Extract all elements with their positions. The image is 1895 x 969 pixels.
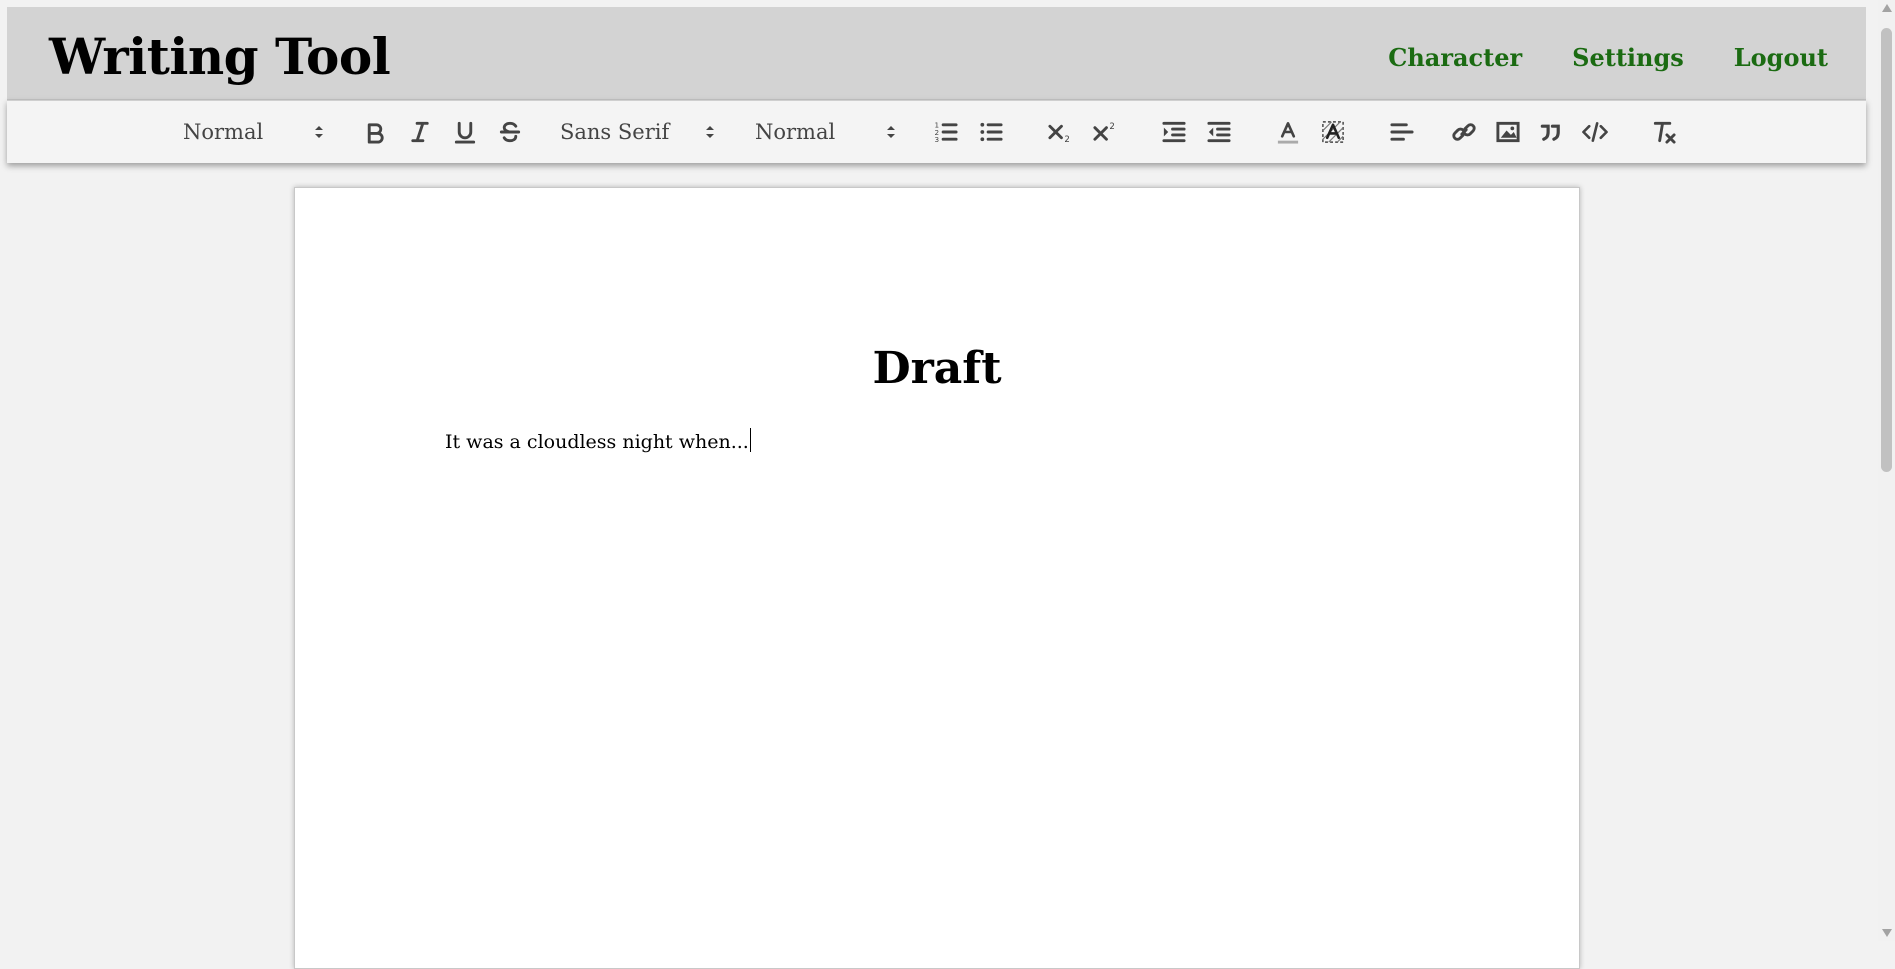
size-picker-label: Normal xyxy=(755,120,836,144)
nav-character-link[interactable]: Character xyxy=(1388,43,1522,72)
document-body-text: It was a cloudless night when... xyxy=(445,431,749,453)
bold-button[interactable] xyxy=(358,101,392,163)
blockquote-icon xyxy=(1540,124,1560,141)
editor-toolbar: Normal Sans Serif Normal 123 2 2 xyxy=(7,100,1866,163)
svg-text:2: 2 xyxy=(1064,135,1070,145)
svg-text:3: 3 xyxy=(934,135,939,144)
document-title: Draft xyxy=(872,343,1002,394)
scroll-up-arrow-icon[interactable] xyxy=(1882,4,1892,12)
underline-icon xyxy=(454,121,476,144)
bullet-list-icon xyxy=(980,122,1003,142)
code-button[interactable] xyxy=(1578,101,1612,163)
text-color-button[interactable] xyxy=(1271,101,1305,163)
outdent-icon xyxy=(1207,121,1231,143)
strikethrough-icon xyxy=(499,121,521,143)
scroll-down-arrow-icon[interactable] xyxy=(1882,929,1892,937)
ordered-list-button[interactable]: 123 xyxy=(929,101,963,163)
blockquote-button[interactable] xyxy=(1534,101,1568,163)
updown-caret-icon xyxy=(706,126,714,138)
indent-icon xyxy=(1162,121,1186,143)
svg-text:2: 2 xyxy=(1109,122,1115,132)
background-color-icon xyxy=(1322,121,1344,143)
top-nav: Character Settings Logout xyxy=(1388,43,1828,72)
clear-formatting-icon xyxy=(1653,121,1676,144)
app-header: Writing Tool Character Settings Logout xyxy=(7,7,1866,100)
size-picker[interactable]: Normal xyxy=(755,101,897,163)
ordered-list-icon: 123 xyxy=(934,121,958,144)
align-left-icon xyxy=(1390,123,1414,141)
app-title: Writing Tool xyxy=(49,27,391,86)
updown-caret-icon xyxy=(315,126,323,138)
subscript-icon: 2 xyxy=(1048,124,1070,145)
italic-icon xyxy=(411,121,429,143)
outdent-button[interactable] xyxy=(1202,101,1236,163)
font-picker[interactable]: Sans Serif xyxy=(560,101,716,163)
updown-caret-icon xyxy=(887,126,895,138)
header-picker[interactable]: Normal xyxy=(183,101,325,163)
scroll-thumb[interactable] xyxy=(1881,28,1892,472)
link-icon xyxy=(1452,123,1476,141)
align-button[interactable] xyxy=(1385,101,1419,163)
background-color-button[interactable] xyxy=(1316,101,1350,163)
font-picker-label: Sans Serif xyxy=(560,120,670,144)
clear-formatting-button[interactable] xyxy=(1647,101,1681,163)
bullet-list-button[interactable] xyxy=(974,101,1008,163)
document-page[interactable]: Draft It was a cloudless night when... xyxy=(294,187,1580,969)
vertical-scrollbar[interactable] xyxy=(1878,0,1895,941)
nav-settings-link[interactable]: Settings xyxy=(1572,43,1684,72)
app-window: Writing Tool Character Settings Logout N… xyxy=(0,0,1878,969)
document-body[interactable]: It was a cloudless night when... xyxy=(445,428,752,453)
code-icon xyxy=(1582,122,1608,142)
subscript-button[interactable]: 2 xyxy=(1043,101,1077,163)
image-icon xyxy=(1496,121,1520,143)
header-picker-label: Normal xyxy=(183,120,264,144)
italic-button[interactable] xyxy=(403,101,437,163)
strikethrough-button[interactable] xyxy=(493,101,527,163)
text-color-icon xyxy=(1277,122,1299,144)
indent-button[interactable] xyxy=(1157,101,1191,163)
superscript-button[interactable]: 2 xyxy=(1088,101,1122,163)
link-button[interactable] xyxy=(1447,101,1481,163)
nav-logout-link[interactable]: Logout xyxy=(1734,43,1828,72)
superscript-icon: 2 xyxy=(1093,122,1115,141)
text-cursor xyxy=(749,428,752,452)
bold-icon xyxy=(367,123,384,144)
underline-button[interactable] xyxy=(448,101,482,163)
image-button[interactable] xyxy=(1491,101,1525,163)
